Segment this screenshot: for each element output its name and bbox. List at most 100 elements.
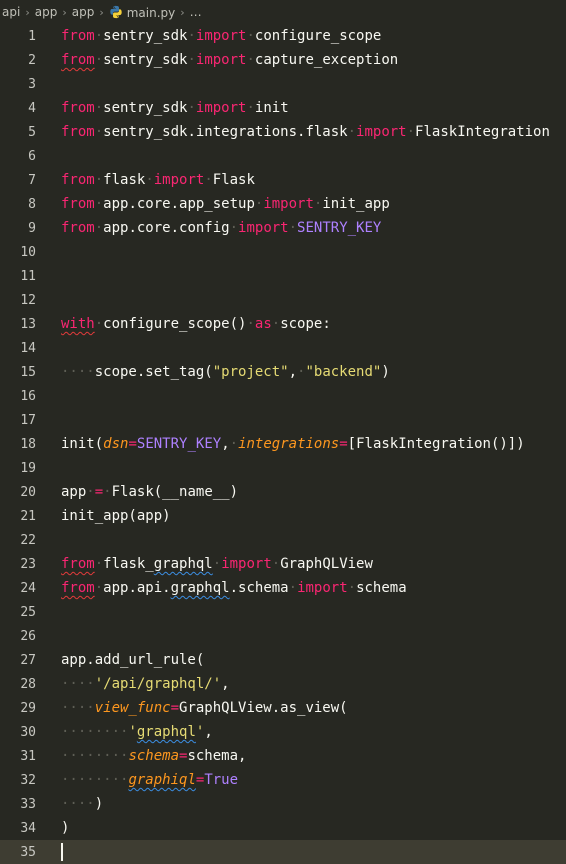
code-line[interactable]: 11	[0, 264, 566, 288]
code-token: schema	[356, 580, 407, 596]
line-number: 23	[20, 556, 36, 572]
chevron-right-icon: ›	[62, 5, 67, 19]
code-text: from·sentry_sdk·import·configure_scope	[61, 28, 381, 44]
code-line[interactable]: 13 with·configure_scope()·as·scope:	[0, 312, 566, 336]
code-token: import	[195, 28, 247, 44]
code-line[interactable]: 20 app·=·Flask(__name__)	[0, 480, 566, 504]
code-token: configure_scope	[254, 28, 382, 44]
code-editor[interactable]: 1 from·sentry_sdk·import·configure_scope 2…	[0, 24, 566, 864]
code-token: ·	[271, 556, 281, 572]
code-token: ·	[246, 28, 255, 44]
code-token: graphql	[153, 556, 213, 572]
code-token: =	[94, 484, 104, 500]
code-token: integrations	[238, 436, 340, 452]
line-number: 19	[20, 460, 36, 476]
breadcrumb-item-app-inner[interactable]: app	[72, 5, 95, 19]
code-line[interactable]: 12	[0, 288, 566, 312]
code-line[interactable]: 25	[0, 600, 566, 624]
code-line[interactable]: 24 from·app.api.graphql.schema·import·sch…	[0, 576, 566, 600]
code-token: ·	[229, 436, 239, 452]
code-line[interactable]: 29 ····view_func=GraphQLView.as_view(	[0, 696, 566, 720]
line-number: 28	[20, 676, 36, 692]
code-line[interactable]: 35	[0, 840, 566, 864]
code-token: from	[61, 100, 95, 116]
code-line[interactable]: 23 from·flask_graphql·import·GraphQLView	[0, 552, 566, 576]
code-line[interactable]: 5 from·sentry_sdk.integrations.flask·impo…	[0, 120, 566, 144]
code-token: )	[381, 364, 390, 380]
code-line[interactable]: 31 ········schema=schema,	[0, 744, 566, 768]
code-line[interactable]: 22	[0, 528, 566, 552]
code-line[interactable]: 32 ········graphiql=True	[0, 768, 566, 792]
code-line[interactable]: 18 init(dsn=SENTRY_KEY,·integrations=[Fla…	[0, 432, 566, 456]
code-token: from	[61, 124, 95, 140]
code-token: ·	[94, 556, 104, 572]
code-line[interactable]: 6	[0, 144, 566, 168]
code-token: import	[263, 196, 314, 212]
code-text	[61, 843, 63, 861]
breadcrumb: api › app › app › main.py › …	[0, 0, 566, 24]
code-token: graphiql	[128, 772, 196, 788]
code-line[interactable]: 21 init_app(app)	[0, 504, 566, 528]
chevron-right-icon: ›	[25, 5, 30, 19]
code-line[interactable]: 4 from·sentry_sdk·import·init	[0, 96, 566, 120]
code-line[interactable]: 34)	[0, 816, 566, 840]
code-token: flask_	[103, 556, 154, 572]
line-number: 20	[20, 484, 36, 500]
code-text: with·configure_scope()·as·scope:	[61, 316, 331, 332]
code-line[interactable]: 1 from·sentry_sdk·import·configure_scope	[0, 24, 566, 48]
code-line[interactable]: 27 app.add_url_rule(	[0, 648, 566, 672]
code-line[interactable]: 14	[0, 336, 566, 360]
code-token: ·	[94, 316, 104, 332]
code-token: ·	[406, 124, 416, 140]
code-line[interactable]: 2 from·sentry_sdk·import·capture_exceptio…	[0, 48, 566, 72]
code-line[interactable]: 28 ····'/api/graphql/',	[0, 672, 566, 696]
code-text: init(dsn=SENTRY_KEY,·integrations=[Flask…	[61, 436, 525, 452]
code-line[interactable]: 8 from·app.core.app_setup·import·init_app	[0, 192, 566, 216]
code-token: Flask(__name__)	[111, 484, 239, 500]
code-text: app.add_url_rule(	[61, 652, 204, 668]
code-text: from·sentry_sdk·import·init	[61, 100, 289, 116]
code-line[interactable]: 10	[0, 240, 566, 264]
code-line[interactable]: 7 from·flask·import·Flask	[0, 168, 566, 192]
code-line[interactable]: 33 ····)	[0, 792, 566, 816]
code-token: graphql	[170, 580, 230, 596]
code-token: import	[153, 172, 205, 188]
code-token: ·	[86, 484, 95, 500]
code-token: app.core.config	[103, 220, 230, 236]
code-text: from·flask·import·Flask	[61, 172, 255, 188]
code-token: .schema	[229, 580, 289, 596]
code-token: ····	[61, 700, 95, 716]
code-token: FlaskIntegration	[415, 124, 550, 140]
breadcrumb-item-api[interactable]: api	[2, 5, 20, 19]
line-number: 31	[20, 748, 36, 764]
code-token: ·	[145, 172, 154, 188]
breadcrumb-item-file[interactable]: main.py	[109, 5, 175, 20]
line-number: 22	[20, 532, 36, 548]
code-token: ·	[94, 580, 104, 596]
code-line[interactable]: 26	[0, 624, 566, 648]
breadcrumb-item-app[interactable]: app	[35, 5, 58, 19]
code-line[interactable]: 15 ····scope.set_tag("project",·"backend"…	[0, 360, 566, 384]
breadcrumb-item-symbol[interactable]: …	[190, 5, 202, 19]
code-token: True	[204, 772, 239, 788]
code-line[interactable]: 17	[0, 408, 566, 432]
code-token: ·	[94, 220, 104, 236]
code-line[interactable]: 9 from·app.core.config·import·SENTRY_KEY	[0, 216, 566, 240]
code-token: init_app	[322, 196, 390, 212]
code-text: ········schema=schema,	[61, 748, 246, 764]
code-line[interactable]: 16	[0, 384, 566, 408]
code-line[interactable]: 19	[0, 456, 566, 480]
code-token: from	[61, 28, 95, 44]
code-line[interactable]: 3	[0, 72, 566, 96]
code-token: ·	[246, 100, 255, 116]
code-token: )	[61, 820, 70, 836]
code-text: ········'graphql',	[61, 724, 213, 740]
code-token: import	[238, 220, 289, 236]
text-cursor	[61, 843, 63, 861]
line-number: 29	[20, 700, 36, 716]
code-line[interactable]: 30 ········'graphql',	[0, 720, 566, 744]
code-text: from·sentry_sdk·import·capture_exception	[61, 52, 398, 68]
line-number: 17	[20, 412, 36, 428]
code-token: ·	[94, 196, 104, 212]
code-token: GraphQLView.as_view(	[179, 700, 348, 716]
